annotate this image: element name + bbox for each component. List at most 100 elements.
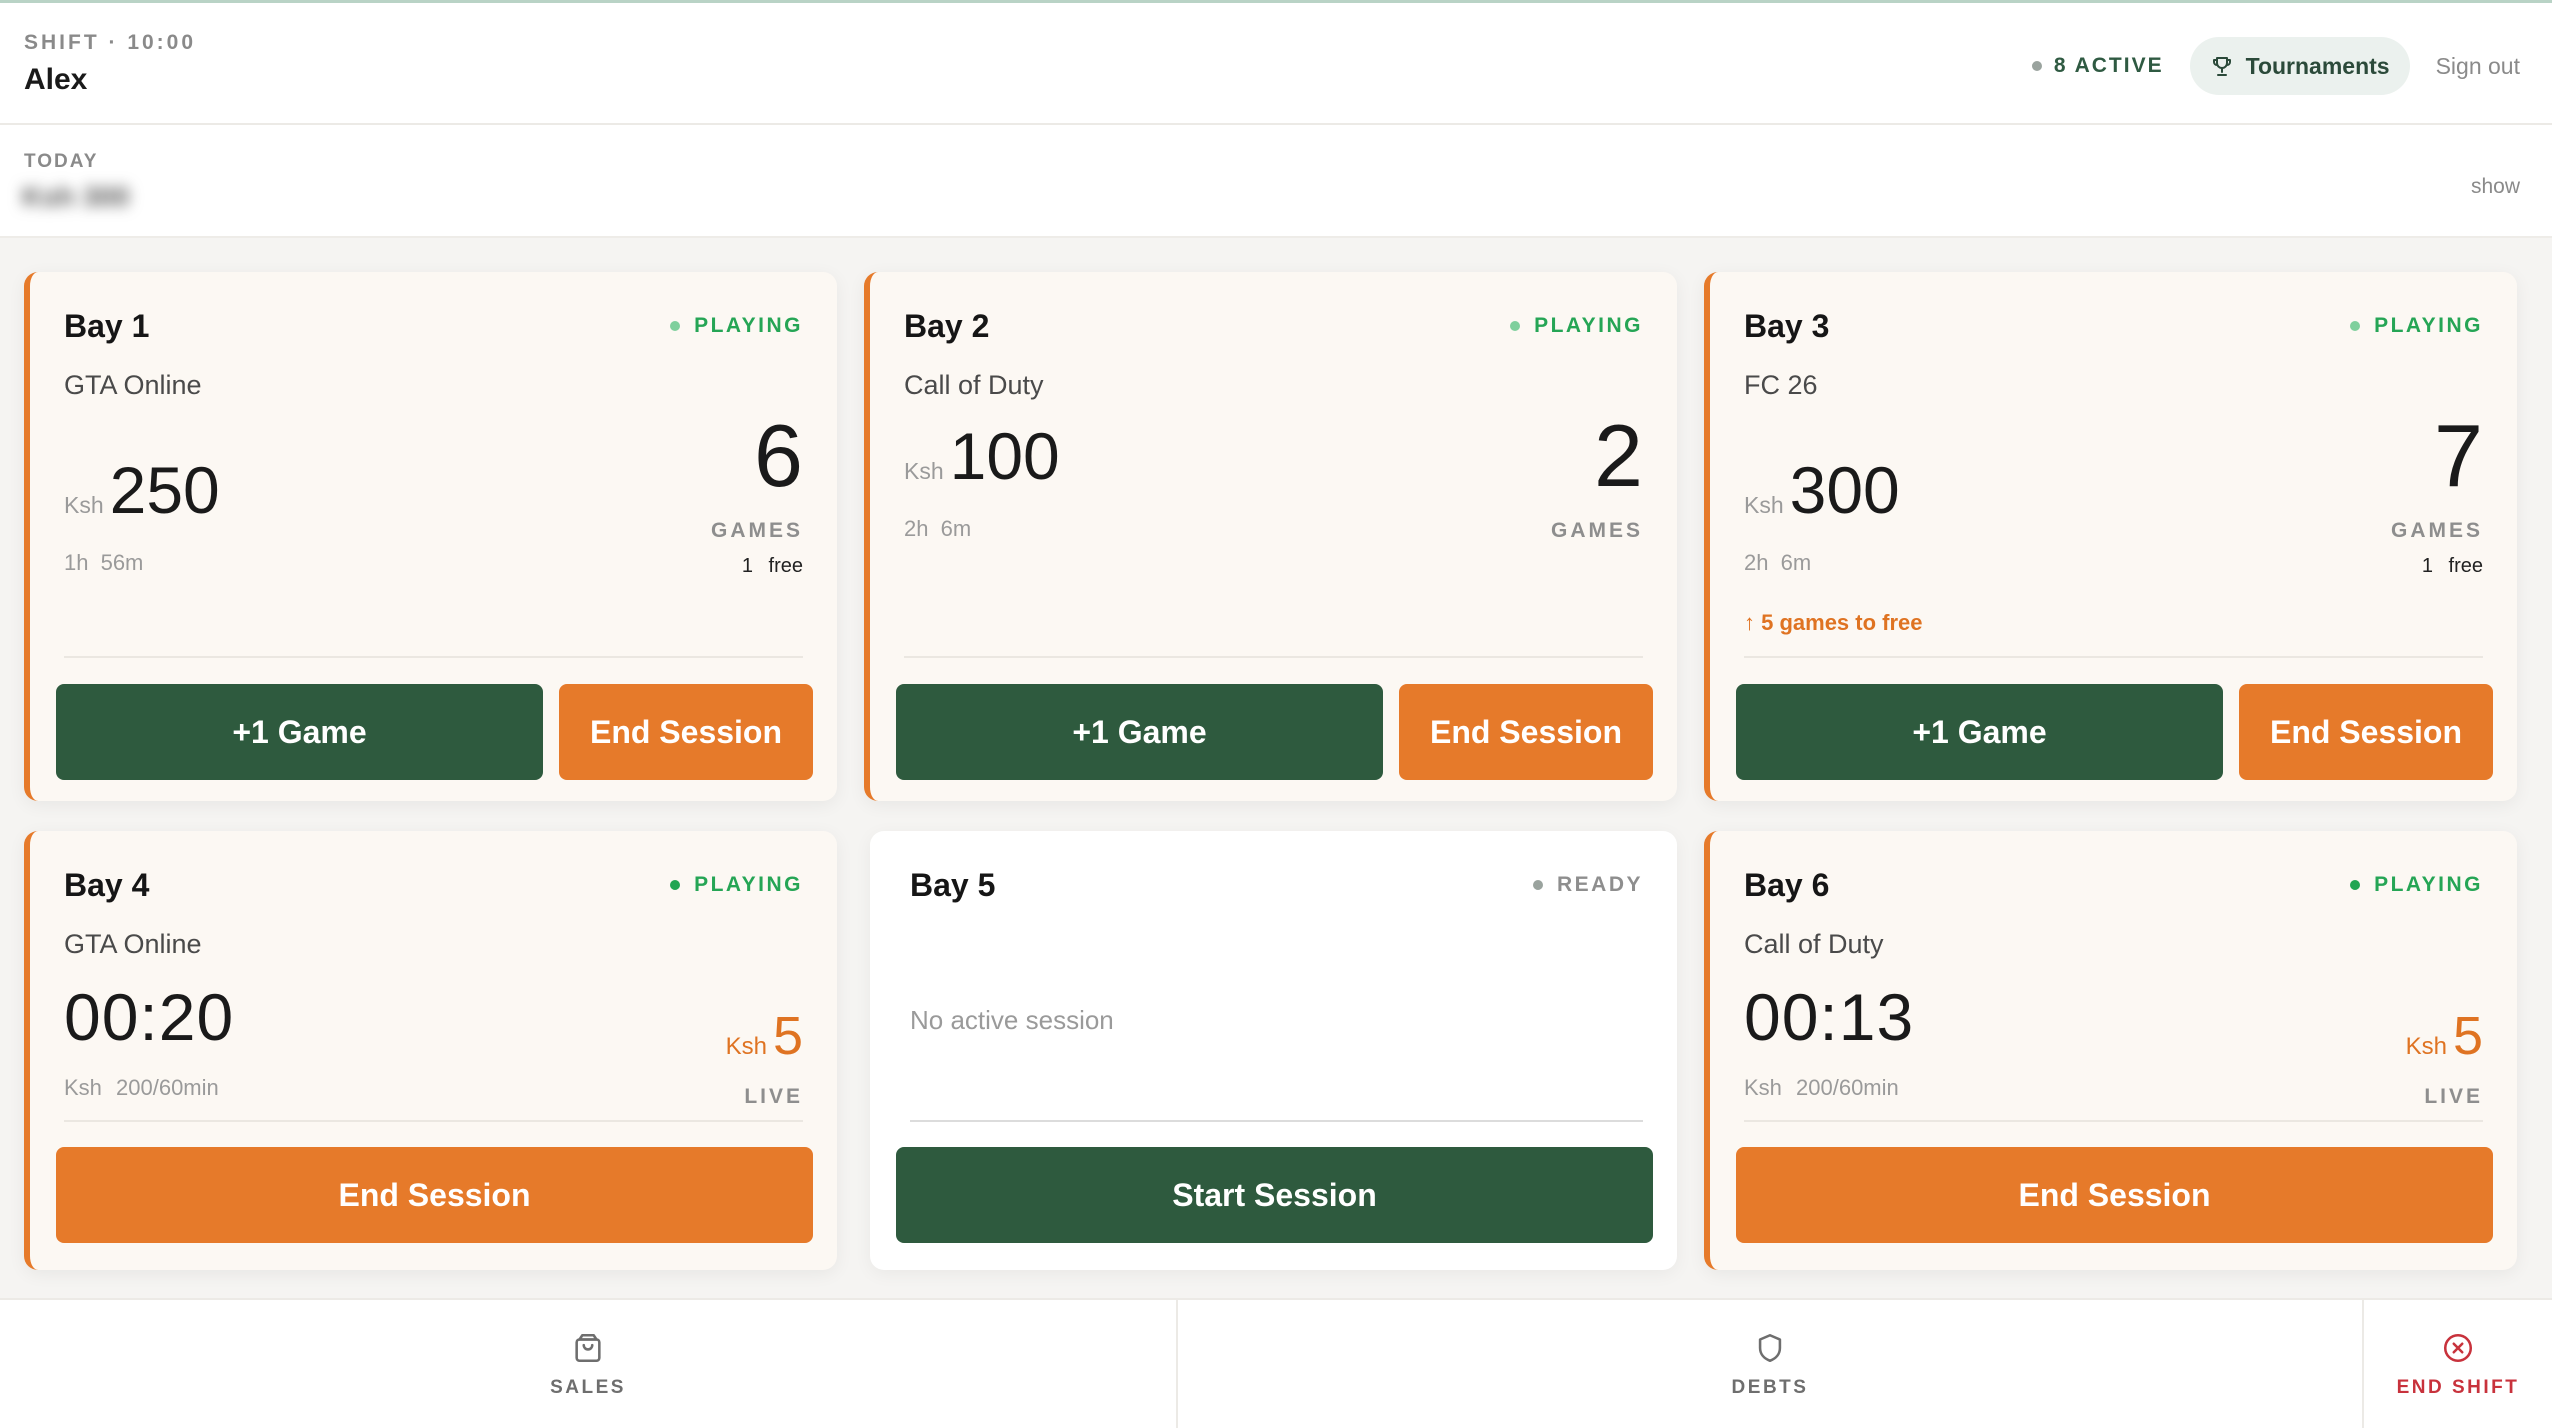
- bay-card-1: Bay 1 PLAYING GTA Online Ksh 250 1h 56m …: [24, 272, 837, 801]
- status-text: READY: [1556, 873, 1643, 896]
- session-amount: Ksh 100: [904, 418, 1060, 494]
- end-session-button[interactable]: End Session: [2239, 684, 2493, 780]
- playing-dot-icon: [2350, 321, 2361, 331]
- end-session-button[interactable]: End Session: [559, 684, 813, 780]
- free-game-progress: ↑ 5 games to free: [1744, 610, 1923, 635]
- today-summary: TODAY Ksh 300 show: [0, 125, 2552, 238]
- add-game-button[interactable]: +1 Game: [1736, 684, 2223, 780]
- games-count: 7: [2434, 406, 2483, 505]
- games-label: GAMES: [1550, 519, 1643, 542]
- today-total-hidden: Ksh 300: [22, 181, 130, 212]
- bay-name: Bay 1: [64, 308, 150, 344]
- live-amount: Ksh 5: [726, 1005, 803, 1067]
- divider: [904, 656, 1643, 658]
- amount-value: 100: [949, 419, 1060, 493]
- active-count: 8 ACTIVE: [2031, 54, 2164, 78]
- ready-dot-icon: [1532, 880, 1543, 890]
- today-label: TODAY: [24, 151, 99, 172]
- shield-icon: [1758, 1333, 1782, 1363]
- status-text: PLAYING: [1534, 314, 1643, 337]
- bay-name: Bay 6: [1744, 867, 1830, 903]
- status-text: PLAYING: [2374, 314, 2483, 337]
- divider: [910, 1120, 1643, 1122]
- game-title: GTA Online: [64, 370, 202, 400]
- bay-name: Bay 3: [1744, 308, 1830, 344]
- top-header: SHIFT · 10:00 Alex 8 ACTIVE Tournaments …: [0, 0, 2552, 125]
- bay-name: Bay 5: [910, 867, 996, 903]
- add-game-button[interactable]: +1 Game: [56, 684, 543, 780]
- status-badge: PLAYING: [2350, 314, 2483, 338]
- currency-label: Ksh: [2405, 1033, 2447, 1060]
- elapsed-time: 1h 56m: [64, 550, 144, 575]
- status-badge: PLAYING: [2350, 873, 2483, 897]
- divider: [1744, 656, 2483, 658]
- elapsed-time: 2h 6m: [904, 516, 972, 541]
- end-shift-button[interactable]: END SHIFT: [2364, 1300, 2552, 1428]
- active-count-label: 8 ACTIVE: [2053, 54, 2164, 77]
- user-name: Alex: [24, 63, 88, 96]
- divider: [1744, 1120, 2483, 1122]
- start-session-button[interactable]: Start Session: [896, 1147, 1653, 1243]
- close-circle-icon: [2443, 1333, 2473, 1363]
- status-badge: PLAYING: [1510, 314, 1643, 338]
- end-session-button[interactable]: End Session: [56, 1147, 813, 1243]
- status-badge: READY: [1532, 873, 1643, 897]
- nav-debts[interactable]: DEBTS: [1178, 1300, 2362, 1428]
- nav-sales-label: SALES: [550, 1377, 626, 1398]
- amount-value: 250: [109, 453, 220, 527]
- show-total-toggle[interactable]: show: [2471, 175, 2520, 199]
- bay-card-5: Bay 5 READY No active session Start Sess…: [870, 831, 1677, 1270]
- divider: [64, 656, 803, 658]
- sign-out-link[interactable]: Sign out: [2436, 53, 2520, 80]
- bay-card-3: Bay 3 PLAYING FC 26 Ksh 300 2h 6m 7 GAME…: [1704, 272, 2517, 801]
- status-badge: PLAYING: [670, 873, 803, 897]
- status-text: PLAYING: [694, 314, 803, 337]
- game-title: GTA Online: [64, 929, 202, 959]
- add-game-button[interactable]: +1 Game: [896, 684, 1383, 780]
- currency-label: Ksh: [904, 458, 944, 484]
- shift-label: SHIFT · 10:00: [24, 31, 197, 54]
- free-games-label: 1 free: [2421, 555, 2483, 577]
- games-count: 6: [754, 406, 803, 505]
- nav-debts-label: DEBTS: [1731, 1377, 1809, 1398]
- trophy-icon: [2212, 57, 2231, 76]
- games-count: 2: [1594, 406, 1643, 505]
- playing-dot-icon: [1510, 321, 1521, 331]
- status-text: PLAYING: [694, 873, 803, 896]
- session-timer: 00:13: [1744, 980, 1915, 1054]
- bay-card-6: Bay 6 PLAYING Call of Duty 00:13 Ksh 200…: [1704, 831, 2517, 1270]
- currency-label: Ksh: [1744, 492, 1784, 518]
- live-label: LIVE: [2424, 1085, 2483, 1108]
- currency-label: Ksh: [64, 492, 104, 518]
- divider: [64, 1120, 803, 1122]
- live-amount: Ksh 5: [2406, 1005, 2483, 1067]
- header-actions: 8 ACTIVE Tournaments Sign out: [2031, 37, 2520, 95]
- playing-dot-icon: [670, 880, 681, 890]
- end-session-button[interactable]: End Session: [1399, 684, 1653, 780]
- game-title: FC 26: [1744, 370, 1818, 400]
- session-amount: Ksh 250: [64, 452, 220, 528]
- session-amount: Ksh 300: [1744, 452, 1900, 528]
- status-text: PLAYING: [2374, 873, 2483, 896]
- bay-card-4: Bay 4 PLAYING GTA Online 00:20 Ksh 200/6…: [24, 831, 837, 1270]
- nav-sales[interactable]: SALES: [0, 1300, 1176, 1428]
- bay-name: Bay 4: [64, 867, 150, 903]
- session-timer: 00:20: [64, 980, 235, 1054]
- free-games-label: 1 free: [741, 555, 803, 577]
- bay-card-2: Bay 2 PLAYING Call of Duty Ksh 100 2h 6m…: [864, 272, 1677, 801]
- shopping-bag-icon: [575, 1333, 601, 1363]
- tournaments-label: Tournaments: [2245, 52, 2390, 79]
- playing-dot-icon: [670, 321, 681, 331]
- end-shift-label: END SHIFT: [2396, 1377, 2520, 1398]
- game-title: Call of Duty: [1744, 929, 1884, 959]
- currency-label: Ksh: [725, 1033, 767, 1060]
- games-label: GAMES: [2390, 519, 2483, 542]
- live-amount-value: 5: [772, 1006, 803, 1066]
- end-session-button[interactable]: End Session: [1736, 1147, 2493, 1243]
- live-amount-value: 5: [2452, 1006, 2483, 1066]
- rate-label: Ksh 200/60min: [64, 1075, 219, 1100]
- playing-dot-icon: [2350, 880, 2361, 890]
- tournaments-button[interactable]: Tournaments: [2189, 37, 2410, 95]
- bay-name: Bay 2: [904, 308, 990, 344]
- status-badge: PLAYING: [670, 314, 803, 338]
